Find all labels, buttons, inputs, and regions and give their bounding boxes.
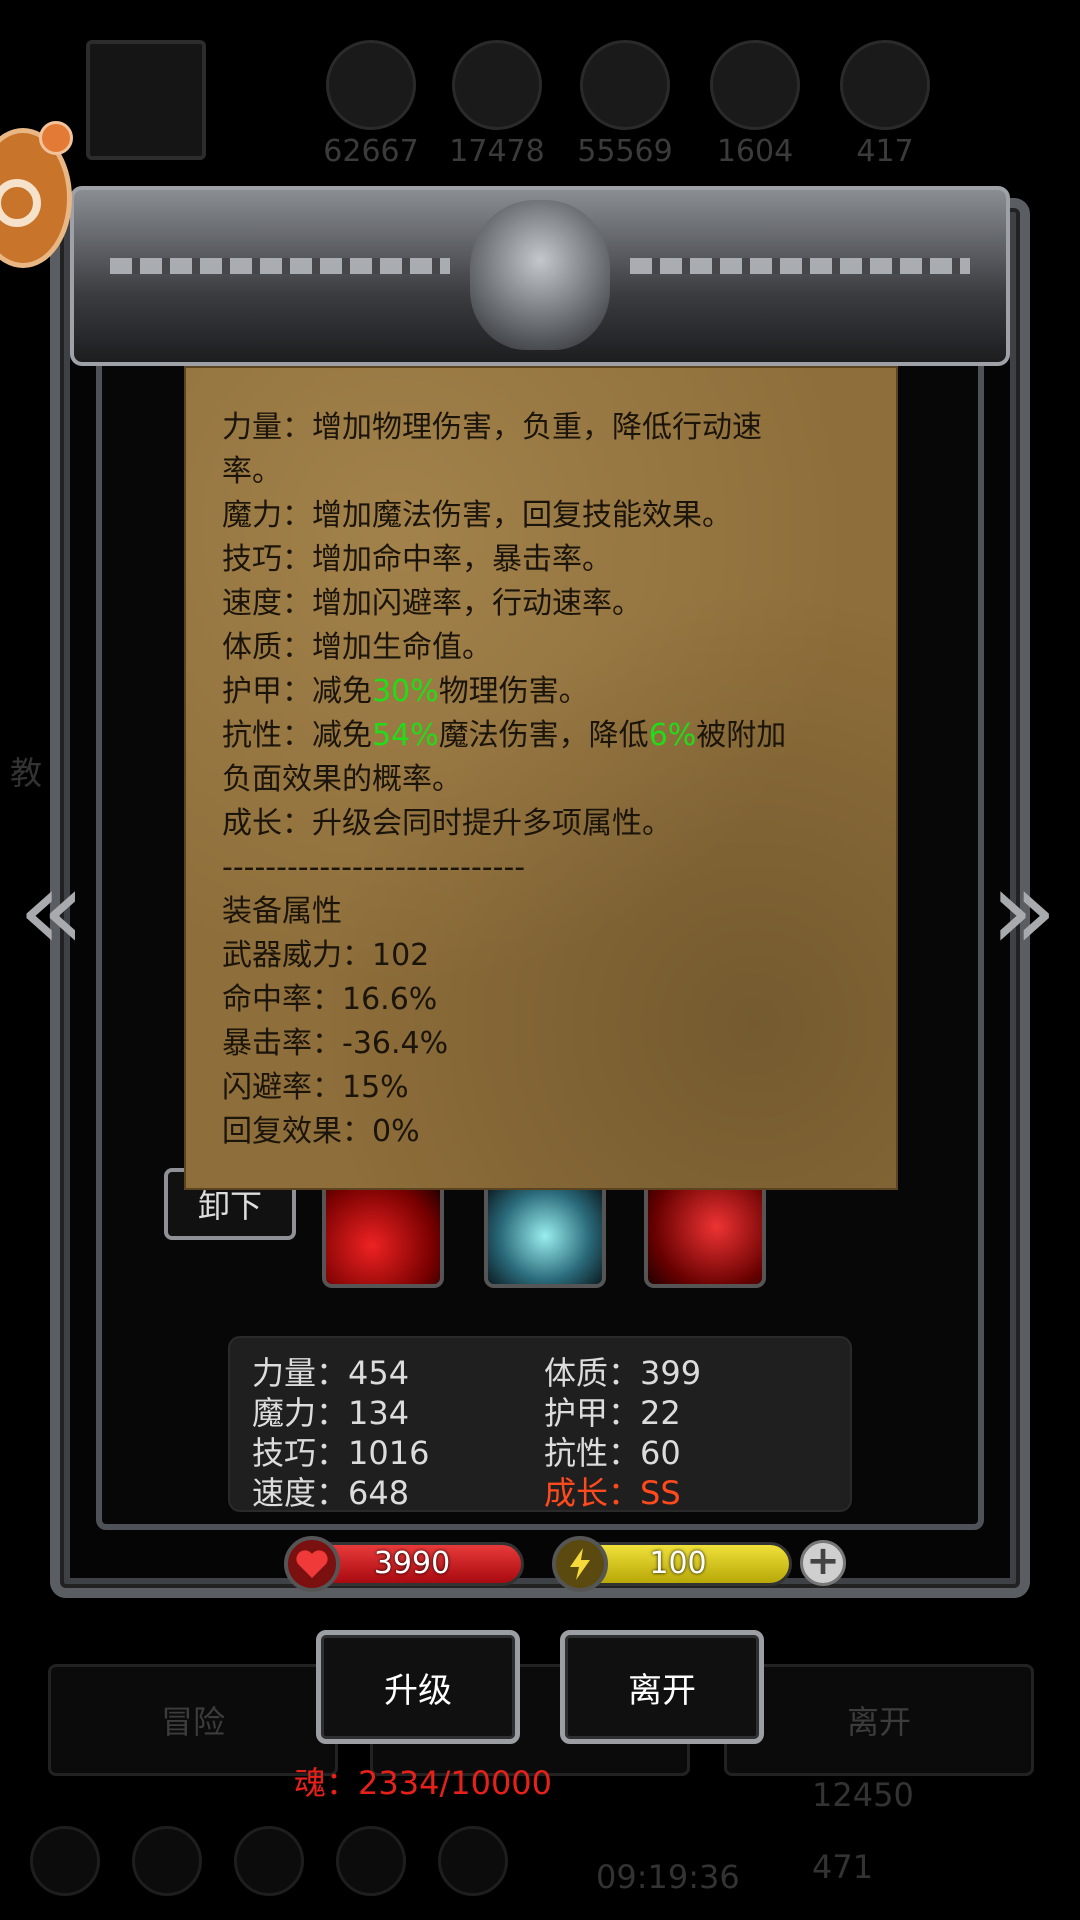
bg-leave-button: 离开	[724, 1664, 1034, 1776]
leave-button[interactable]: 离开	[560, 1630, 764, 1744]
next-arrow-icon[interactable]: »	[990, 855, 1057, 965]
tooltip-divider: ----------------------------	[222, 850, 526, 885]
resource-value: 1604	[716, 134, 794, 169]
equip-attribute: 回复效果：0%	[222, 1114, 420, 1149]
equip-attribute: 命中率：16.6%	[222, 982, 438, 1017]
debuff-percent: 6%	[648, 718, 697, 753]
bg-gold-value: 12450	[812, 1776, 914, 1814]
tooltip-armor-line: 护甲：减免30%物理伤害。	[222, 670, 589, 714]
add-energy-button[interactable]: +	[800, 1540, 846, 1586]
item-slot-1[interactable]	[322, 1188, 444, 1288]
armor-text: 护甲：减免	[222, 674, 372, 709]
equip-attribute: 闪避率：15%	[222, 1070, 409, 1105]
skull-ornament	[470, 200, 610, 350]
resource-value: 55569	[577, 134, 673, 169]
resource-icon-4	[710, 40, 800, 130]
tooltip-line: 体质：增加生命值。	[222, 630, 492, 665]
equip-attribute: 武器威力：102	[222, 938, 430, 973]
tooltip-resist-line: 抗性：减免54%魔法伤害，降低6%被附加	[222, 714, 786, 758]
leave-label: 离开	[628, 1670, 696, 1711]
bg-leave-label: 离开	[846, 1703, 911, 1741]
bg-menu-icon	[438, 1826, 508, 1896]
resource-value: 417	[856, 134, 914, 169]
tooltip-line: 魔力：增加魔法伤害，回复技能效果。	[222, 498, 732, 533]
resource-icon-2	[452, 40, 542, 130]
side-tab-label: 教	[10, 754, 43, 792]
tooltip-line: 力量：增加物理伤害，负重，降低行动速	[222, 410, 762, 445]
bg-menu-icon	[132, 1826, 202, 1896]
resource-icon-1	[326, 40, 416, 130]
stats-panel: 力量：454 魔力：134 技巧：1016 速度：648 体质：399 护甲：2…	[228, 1336, 852, 1512]
hero-portrait	[86, 40, 206, 160]
resist-text: 抗性：减免	[222, 718, 372, 753]
resist-text: 被附加	[696, 718, 787, 753]
resource-value: 17478	[449, 134, 545, 169]
equip-attribute: 暴击率：-36.4%	[222, 1026, 449, 1061]
bg-menu-icon	[30, 1826, 100, 1896]
gamepad-icon	[0, 179, 41, 227]
resist-text: 魔法伤害，降低	[438, 718, 649, 753]
tooltip-line: 率。	[222, 454, 282, 489]
resource-value: 62667	[323, 134, 419, 169]
resource-icon-3	[580, 40, 670, 130]
resist-percent: 54%	[372, 718, 439, 753]
notification-dot	[39, 121, 73, 155]
soul-counter: 魂：2334/10000	[294, 1764, 553, 1802]
item-slot-2[interactable]	[484, 1188, 606, 1288]
chain-ornament-right	[630, 258, 970, 274]
tooltip-line: 负面效果的概率。	[222, 762, 462, 797]
item-slot-3[interactable]	[644, 1188, 766, 1288]
bg-menu-icon	[336, 1826, 406, 1896]
bg-adventure-label: 冒险	[160, 1703, 225, 1741]
tooltip-line: 速度：增加闪避率，行动速率。	[222, 586, 642, 621]
tooltip-line: 技巧：增加命中率，暴击率。	[222, 542, 612, 577]
lightning-icon	[552, 1536, 608, 1592]
tooltip-line: 成长：升级会同时提升多项属性。	[222, 806, 672, 841]
upgrade-button[interactable]: 升级	[316, 1630, 520, 1744]
chain-ornament-left	[110, 258, 450, 274]
prev-arrow-icon[interactable]: «	[18, 855, 85, 965]
heart-icon	[284, 1536, 340, 1592]
stat-speed: 速度：648	[252, 1474, 410, 1512]
bg-gem-value: 471	[812, 1848, 874, 1886]
armor-percent: 30%	[372, 674, 439, 709]
bg-menu-icon	[234, 1826, 304, 1896]
attribute-tooltip: 力量：增加物理伤害，负重，降低行动速 率。 魔力：增加魔法伤害，回复技能效果。 …	[184, 366, 898, 1190]
resource-icon-5	[840, 40, 930, 130]
stat-growth: 成长：SS	[544, 1474, 681, 1512]
bg-clock: 09:19:36	[596, 1858, 740, 1896]
equip-attributes-title: 装备属性	[222, 894, 342, 929]
armor-text: 物理伤害。	[438, 674, 589, 709]
upgrade-label: 升级	[384, 1670, 452, 1711]
